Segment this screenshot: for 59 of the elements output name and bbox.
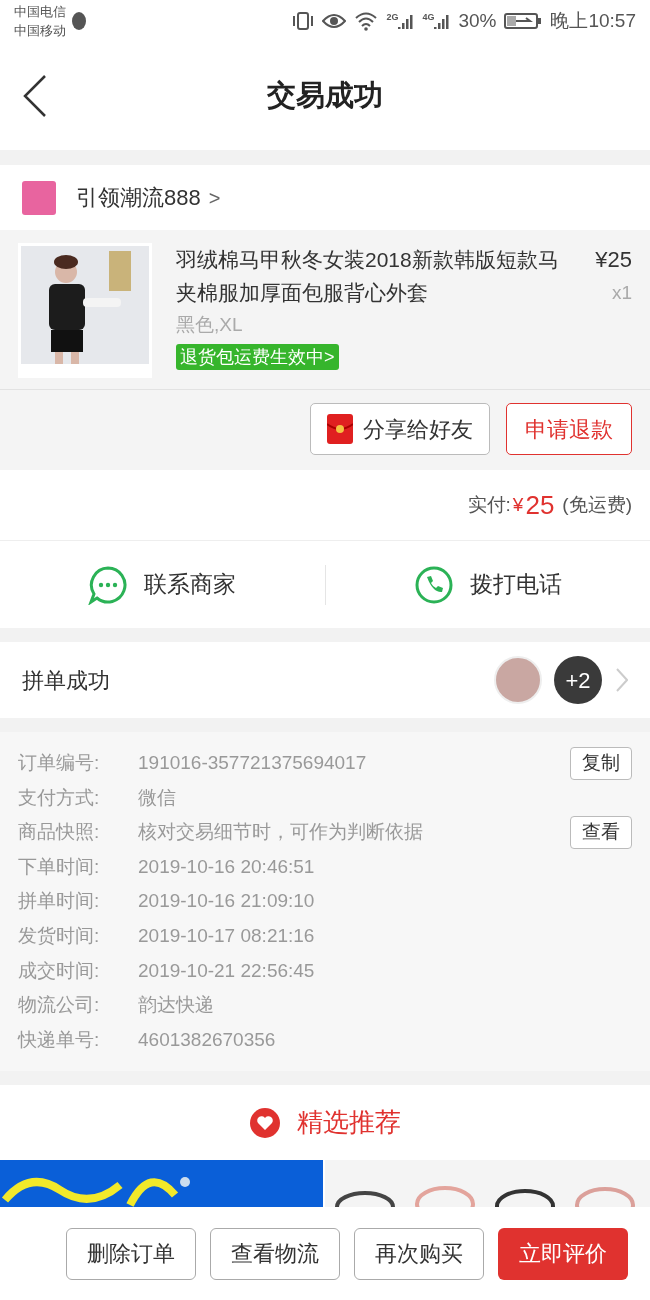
info-label: 订单编号: [18, 751, 101, 776]
action-button[interactable]: 再次购买 [354, 1227, 484, 1280]
info-value: 微信 [138, 785, 177, 810]
carrier-name: 中国电信 [14, 3, 66, 21]
contact-seller-button[interactable]: 联系商家 [88, 564, 237, 605]
action-button[interactable]: 删除订单 [66, 1227, 196, 1280]
info-label: 拼单时间: [18, 889, 101, 914]
payment-amount: 25 [525, 488, 555, 522]
carrier-name: 中国移动 [14, 22, 66, 40]
info-value: 核对交易细节时，可作为判断依据 [138, 820, 424, 845]
product-title: 羽绒棉马甲秋冬女装2018新款韩版短款马夹棉服加厚面包服背心外套 [176, 247, 560, 306]
back-icon[interactable] [22, 74, 48, 118]
action-button[interactable]: 查看物流 [210, 1227, 340, 1280]
info-value: 2019-10-21 22:56:45 [138, 958, 316, 983]
info-label: 商品快照: [18, 820, 101, 845]
info-value: 4601382670356 [138, 1027, 277, 1052]
battery-percent: 30% [458, 8, 497, 33]
eye-icon [322, 12, 347, 30]
clock-time: 晚上10:57 [550, 8, 636, 33]
more-members-badge: +2 [554, 656, 602, 704]
product-price: ¥25 [595, 246, 632, 274]
info-label: 成交时间: [18, 958, 101, 983]
call-button[interactable]: 拨打电话 [413, 564, 562, 605]
payment-label: 实付: [467, 492, 511, 517]
info-label: 发货时间: [18, 924, 101, 948]
info-value: 2019-10-17 08:21:16 [138, 924, 316, 948]
signal-icon [434, 13, 451, 29]
product-quantity: x1 [611, 281, 632, 305]
chat-icon [88, 564, 129, 605]
info-value: 2019-10-16 21:09:10 [138, 889, 316, 914]
battery-icon [504, 12, 543, 30]
info-value: 韵达快递 [138, 993, 215, 1018]
info-label: 快递单号: [18, 1027, 101, 1052]
info-label: 支付方式: [18, 785, 101, 810]
envelope-icon [327, 414, 353, 444]
info-label: 下单时间: [18, 854, 101, 879]
product-spec: 黑色,XL [176, 313, 244, 337]
info-value: 2019-10-16 20:46:51 [138, 854, 316, 879]
recommend-title: 精选推荐 [297, 1106, 401, 1140]
shop-link[interactable]: 引领潮流888 > [76, 181, 221, 214]
share-button[interactable]: 分享给好友 [310, 403, 490, 455]
action-button[interactable]: 立即评价 [498, 1227, 628, 1280]
phone-icon [413, 564, 454, 605]
group-status: 拼单成功 [22, 666, 111, 695]
network-type: 4G [422, 13, 435, 22]
vibrate-icon [292, 11, 315, 31]
copy-button[interactable]: 复制 [570, 746, 632, 780]
info-label: 物流公司: [18, 993, 101, 1018]
shipping-note: (免运费) [562, 492, 632, 517]
wifi-icon [354, 11, 379, 31]
network-type: 2G [386, 13, 399, 22]
refund-button[interactable]: 申请退款 [506, 403, 632, 455]
avatar [494, 656, 542, 704]
view-button[interactable]: 查看 [570, 816, 632, 849]
shop-logo [22, 180, 56, 215]
info-value: 191016-357721375694017 [138, 751, 368, 776]
currency-symbol: ¥ [512, 492, 524, 517]
signal-icon [398, 13, 415, 29]
page-title: 交易成功 [267, 78, 383, 114]
